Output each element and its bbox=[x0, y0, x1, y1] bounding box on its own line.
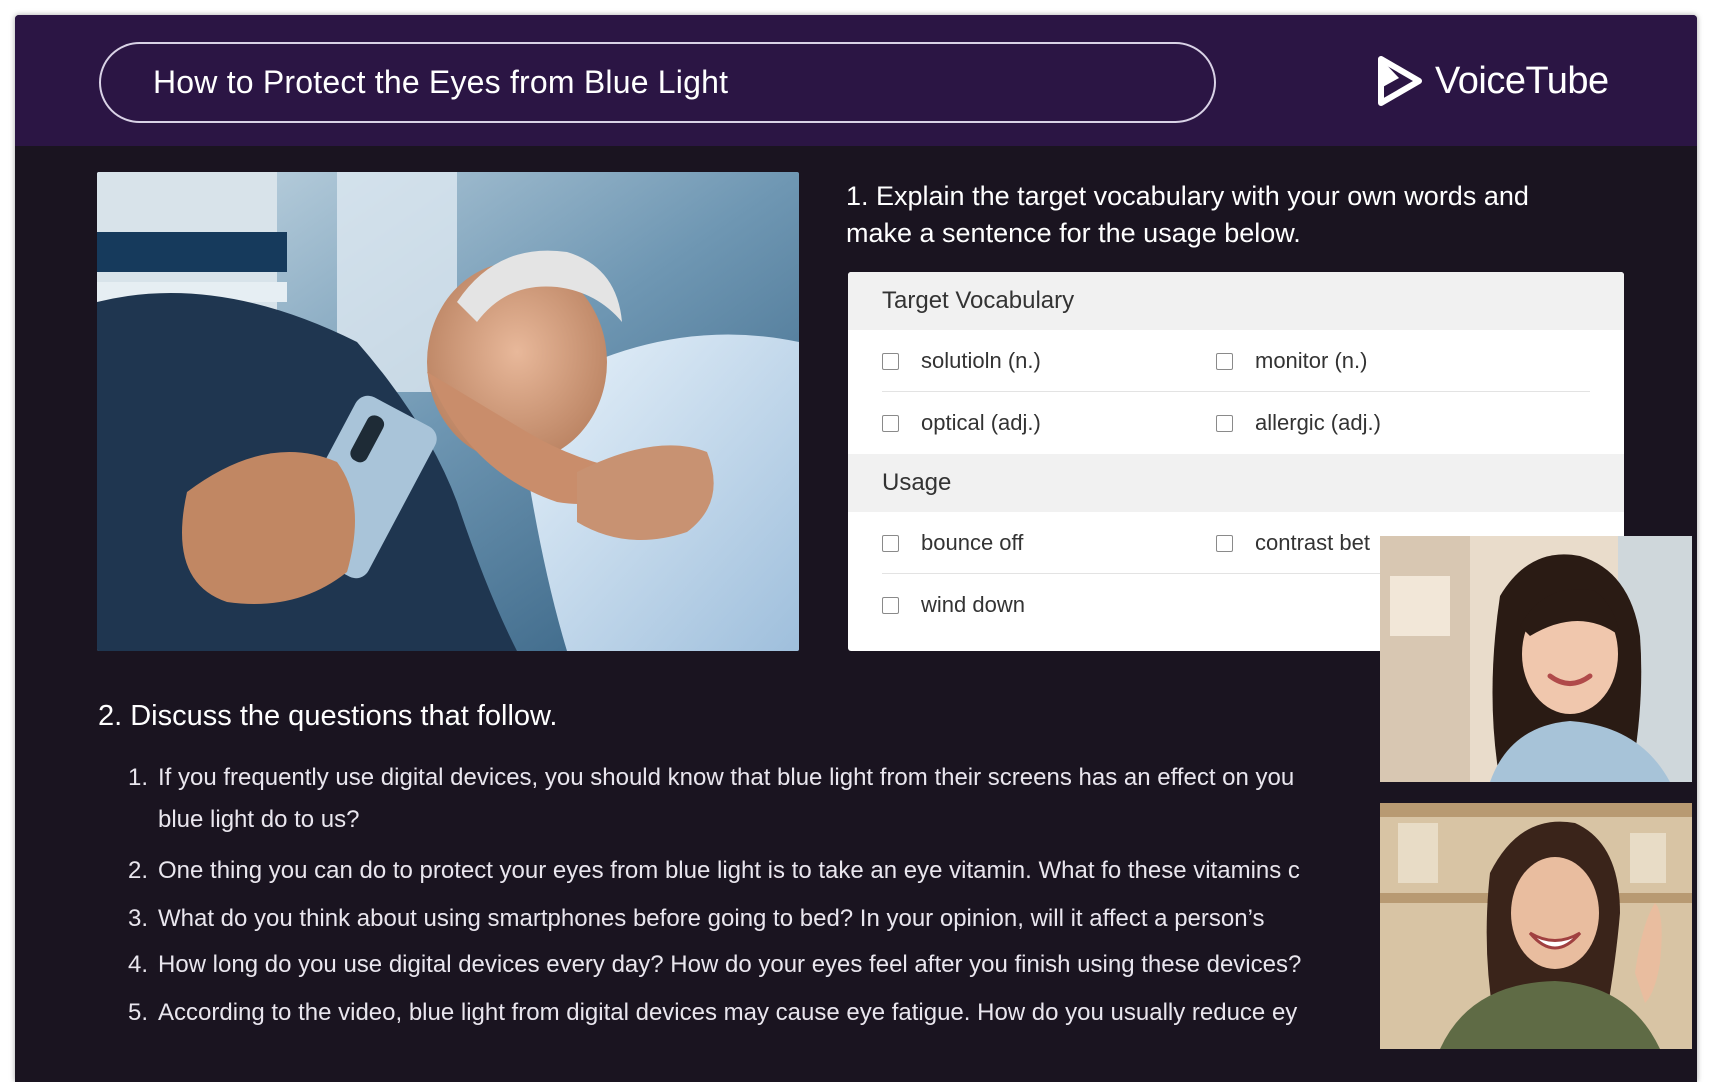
checkbox[interactable] bbox=[882, 534, 899, 552]
usage-phrase: wind down bbox=[921, 592, 1025, 617]
question-number: 4. bbox=[128, 951, 149, 978]
target-vocabulary-label: Target Vocabulary bbox=[882, 287, 1075, 314]
usage-phrase: contrast bet bbox=[1255, 530, 1370, 555]
question-item: 3. What do you think about using smartph… bbox=[128, 905, 1264, 933]
usage-label: Usage bbox=[882, 469, 952, 496]
play-logo-icon bbox=[1378, 56, 1422, 106]
video-tile-participant-1[interactable] bbox=[1380, 536, 1692, 782]
vocab-item[interactable]: allergic (adj.) bbox=[1216, 392, 1381, 454]
usage-phrase: bounce off bbox=[921, 530, 1024, 555]
question-item: 1. If you frequently use digital devices… bbox=[128, 764, 1294, 834]
checkbox[interactable] bbox=[1216, 534, 1233, 552]
question-text: According to the video, blue light from … bbox=[158, 999, 1298, 1026]
vocab-item[interactable]: solutioln (n.) bbox=[882, 330, 1041, 392]
vocab-label: allergic (adj.) bbox=[1255, 410, 1381, 435]
question-number: 2. bbox=[128, 857, 149, 884]
vocab-label: optical (adj.) bbox=[921, 410, 1041, 435]
vocab-item[interactable]: monitor (n.) bbox=[1216, 330, 1367, 392]
lesson-photo bbox=[97, 172, 799, 651]
question-number: 5. bbox=[128, 999, 149, 1026]
target-vocabulary-header: Target Vocabulary bbox=[848, 272, 1624, 330]
question-item: 4. How long do you use digital devices e… bbox=[128, 951, 1301, 979]
question-item: 2. One thing you can do to protect your … bbox=[128, 857, 1300, 885]
question-text: What do you think about using smartphone… bbox=[158, 905, 1265, 932]
question-text: One thing you can do to protect your eye… bbox=[158, 857, 1300, 884]
checkbox[interactable] bbox=[882, 414, 899, 432]
question-number: 1. bbox=[128, 764, 149, 791]
slide-header: How to Protect the Eyes from Blue Light … bbox=[15, 15, 1697, 146]
checkbox[interactable] bbox=[1216, 352, 1233, 370]
checkbox[interactable] bbox=[1216, 414, 1233, 432]
vocab-label: monitor (n.) bbox=[1255, 348, 1368, 373]
brand-name: VoiceTube bbox=[1435, 59, 1609, 102]
usage-item[interactable]: contrast bet bbox=[1216, 512, 1370, 574]
lesson-title-text: How to Protect the Eyes from Blue Light bbox=[153, 64, 729, 100]
question-text: How long do you use digital devices ever… bbox=[158, 951, 1302, 978]
checkbox[interactable] bbox=[882, 352, 899, 370]
section1-prompt: 1. Explain the target vocabulary with yo… bbox=[846, 178, 1646, 252]
lesson-title: How to Protect the Eyes from Blue Light bbox=[99, 42, 1216, 123]
question-number: 3. bbox=[128, 905, 149, 932]
video-tile-participant-2[interactable] bbox=[1380, 803, 1692, 1049]
participant-1-video bbox=[1380, 536, 1692, 782]
section2-heading: 2. Discuss the questions that follow. bbox=[98, 700, 558, 732]
usage-header: Usage bbox=[848, 454, 1624, 512]
vocab-label: solutioln (n.) bbox=[921, 348, 1041, 373]
usage-item[interactable]: bounce off bbox=[882, 512, 1023, 574]
vocab-item[interactable]: optical (adj.) bbox=[882, 392, 1041, 454]
question-text-continued: blue light do to us? bbox=[158, 806, 360, 833]
question-text: If you frequently use digital devices, y… bbox=[158, 764, 1295, 791]
section1-prompt-line1: 1. Explain the target vocabulary with yo… bbox=[846, 181, 1529, 211]
checkbox[interactable] bbox=[882, 596, 899, 614]
section1-prompt-line2: make a sentence for the usage below. bbox=[846, 218, 1301, 248]
vocab-row: solutioln (n.) monitor (n.) bbox=[848, 330, 1624, 392]
voicetube-logo: VoiceTube bbox=[1377, 53, 1609, 109]
vocab-row: optical (adj.) allergic (adj.) bbox=[848, 392, 1624, 454]
question-item: 5. According to the video, blue light fr… bbox=[128, 999, 1297, 1027]
usage-item[interactable]: wind down bbox=[882, 574, 1025, 636]
man-with-phone-illustration bbox=[97, 172, 799, 651]
participant-2-video bbox=[1380, 803, 1692, 1049]
